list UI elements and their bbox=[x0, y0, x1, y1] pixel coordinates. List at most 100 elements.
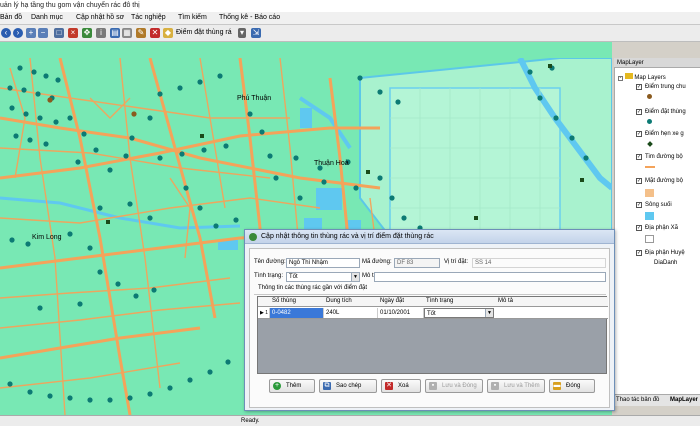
menu-item-tim-kiem[interactable]: Tìm kiếm bbox=[178, 14, 207, 21]
road-code-field[interactable]: DF 83 bbox=[394, 258, 440, 268]
table-icon[interactable]: ▤ bbox=[110, 28, 120, 38]
delete-icon[interactable]: ✕ bbox=[150, 28, 160, 38]
layer-symbol-square-blue bbox=[645, 212, 654, 220]
place-label-thuan-hoa: Thuận Hoà bbox=[314, 160, 349, 167]
chevron-down-icon[interactable]: ▼ bbox=[485, 309, 493, 317]
column-header-dung-tich[interactable]: Dung tích bbox=[326, 298, 352, 304]
delete-button[interactable]: ✕ Xoá bbox=[381, 379, 421, 393]
close-button[interactable]: ▬ Đóng bbox=[549, 379, 595, 393]
clear-selection-icon[interactable]: × bbox=[68, 28, 78, 38]
street-label: Tên đường: bbox=[254, 259, 286, 265]
layer-label-dia-phan-xa: Địa phận Xã bbox=[645, 225, 679, 231]
menu-item-danh-muc[interactable]: Danh mục bbox=[31, 14, 63, 21]
layer-checkbox-tim-duong-bo[interactable]: ✓ bbox=[636, 154, 642, 160]
save-icon: ▪ bbox=[429, 382, 437, 390]
cell-dung-tich[interactable]: 240L bbox=[324, 308, 378, 318]
window-title: uản lý hạ tầng thu gom vận chuyển rác đô… bbox=[0, 0, 700, 12]
layer-checkbox-dia-phan-huyen[interactable]: ✓ bbox=[636, 250, 642, 256]
export-icon[interactable]: ⇲ bbox=[251, 28, 261, 38]
zoom-in-icon[interactable]: + bbox=[26, 28, 36, 38]
status-select-value: Tốt bbox=[289, 274, 298, 280]
grid-header: Số thùng Dung tích Ngày đặt Tình trạng M… bbox=[258, 297, 608, 307]
full-extent-icon[interactable]: □ bbox=[54, 28, 64, 38]
add-button[interactable]: + Thêm bbox=[269, 379, 315, 393]
map-layer-header: MapLayer bbox=[614, 58, 700, 68]
dialog-title: Cập nhật thông tin thùng rác và vị trí đ… bbox=[261, 233, 434, 240]
layer-checkbox-diem-trung-chuyen[interactable]: ✓ bbox=[636, 84, 642, 90]
tab-thao-tac-ban-do[interactable]: Thao tác bản đồ bbox=[616, 397, 659, 403]
zoom-out-icon[interactable]: − bbox=[38, 28, 48, 38]
tool-layer-select[interactable]: Điểm đặt thùng rá bbox=[176, 27, 232, 39]
layer-checkbox-dia-phan-xa[interactable]: ✓ bbox=[636, 225, 642, 231]
layer-label-diem-hen-xe: Điểm hẹn xe g bbox=[645, 131, 684, 137]
dialog-button-bar: + Thêm ⧉ Sao chép ✕ Xoá ▪ Lưu và Đóng ▪ … bbox=[249, 378, 610, 394]
menubar: Bản đồ Danh mục Cập nhật hồ sơ Tác nghiệ… bbox=[0, 12, 700, 25]
menu-item-cap-nhat-ho-so[interactable]: Cập nhật hồ sơ bbox=[76, 14, 124, 21]
map-layers-root[interactable]: - Map Layers bbox=[618, 73, 666, 81]
place-label-phu-thuan: Phú Thuận bbox=[237, 95, 271, 102]
column-header-mo-ta[interactable]: Mô tả bbox=[498, 298, 513, 304]
chevron-down-icon[interactable]: ▼ bbox=[351, 273, 359, 281]
status-label: Tình trạng: bbox=[254, 273, 284, 279]
save-add-button[interactable]: ▪ Lưu và Thêm bbox=[487, 379, 545, 393]
cell-so-thung[interactable]: 0-0482 bbox=[270, 308, 324, 318]
panel-tabs: Thao tác bản đồ MapLayer bbox=[614, 394, 700, 406]
edit-icon[interactable]: ✎ bbox=[136, 28, 146, 38]
layer-label-dia-danh: DiaDanh bbox=[654, 260, 678, 266]
column-header-so-thung[interactable]: Số thùng bbox=[272, 298, 296, 304]
layer-label-mat-duong-bo: Mặt đường bộ bbox=[645, 178, 683, 184]
point-tool-icon[interactable]: ◆ bbox=[163, 28, 173, 38]
layer-symbol-square-white bbox=[645, 235, 654, 243]
row-selector[interactable]: ▶ 1 bbox=[258, 308, 270, 318]
layer-symbol-circle-teal bbox=[647, 119, 652, 124]
nearby-bins-group-title: Thông tin các thùng rác gần với điểm đặt bbox=[258, 285, 367, 291]
layer-label-song-suoi: Sông suối bbox=[645, 202, 672, 208]
layer-checkbox-song-suoi[interactable]: ✓ bbox=[636, 202, 642, 208]
identify-icon[interactable]: i bbox=[96, 28, 106, 38]
cell-mo-ta[interactable] bbox=[494, 308, 608, 318]
layers-icon bbox=[624, 73, 633, 79]
road-code-label: Mã đường: bbox=[362, 259, 392, 265]
position-field[interactable]: SS 14 bbox=[472, 258, 606, 268]
layer-label-tim-duong-bo: Tim đường bộ bbox=[645, 154, 683, 160]
save-icon: ▪ bbox=[491, 382, 499, 390]
cell-tinh-trang[interactable]: Tốt ▼ bbox=[424, 308, 494, 318]
place-label-kim-long: Kim Long bbox=[32, 234, 62, 241]
tab-maplayer[interactable]: MapLayer bbox=[670, 397, 698, 403]
bins-grid[interactable]: Số thùng Dung tích Ngày đặt Tình trạng M… bbox=[257, 296, 608, 374]
position-label: Vị trí đặt: bbox=[444, 259, 469, 265]
table-row[interactable]: ▶ 1 0-0482 240L 01/10/2001 Tốt ▼ bbox=[258, 307, 608, 319]
menu-item-ban-do[interactable]: Bản đồ bbox=[0, 14, 22, 21]
chevron-down-icon[interactable]: ▾ bbox=[238, 28, 246, 38]
layer-symbol-line bbox=[645, 166, 655, 168]
description-field[interactable] bbox=[374, 272, 606, 282]
menu-item-thong-ke[interactable]: Thống kê - Báo cáo bbox=[219, 14, 280, 21]
layer-symbol-circle-brown bbox=[647, 94, 652, 99]
menu-item-tac-nghiep[interactable]: Tác nghiệp bbox=[131, 14, 166, 21]
copy-icon: ⧉ bbox=[323, 382, 331, 390]
collapse-icon[interactable]: - bbox=[618, 76, 623, 81]
map-top-strip bbox=[0, 42, 612, 58]
folder-icon: ▬ bbox=[553, 382, 561, 390]
cell-ngay-dat[interactable]: 01/10/2001 bbox=[378, 308, 424, 318]
status-select[interactable]: Tốt ▼ bbox=[286, 272, 360, 282]
layer-label-diem-trung-chuyen: Điểm trung chu bbox=[645, 84, 686, 90]
layer-checkbox-mat-duong-bo[interactable]: ✓ bbox=[636, 178, 642, 184]
column-header-ngay-dat[interactable]: Ngày đặt bbox=[380, 298, 404, 304]
layer-checkbox-diem-dat-thung[interactable]: ✓ bbox=[636, 109, 642, 115]
save-close-button[interactable]: ▪ Lưu và Đóng bbox=[425, 379, 483, 393]
layer-symbol-square-orange bbox=[645, 189, 654, 197]
map-layers-root-label: Map Layers bbox=[634, 75, 666, 81]
layer-label-dia-phan-huyen: Địa phận Huyệ bbox=[645, 250, 685, 256]
dialog-title-bar: Cập nhật thông tin thùng rác và vị trí đ… bbox=[245, 230, 614, 244]
street-field[interactable]: Ngô Thì Nhậm bbox=[286, 258, 360, 268]
back-icon[interactable]: ‹ bbox=[1, 28, 11, 38]
status-bar: Ready. bbox=[0, 415, 700, 426]
column-header-tinh-trang[interactable]: Tình trạng bbox=[426, 298, 453, 304]
layer-checkbox-diem-hen-xe[interactable]: ✓ bbox=[636, 131, 642, 137]
forward-icon[interactable]: › bbox=[13, 28, 23, 38]
copy-button[interactable]: ⧉ Sao chép bbox=[319, 379, 377, 393]
measure-icon[interactable]: ▦ bbox=[122, 28, 132, 38]
pan-icon[interactable]: ✥ bbox=[82, 28, 92, 38]
update-bin-dialog: Cập nhật thông tin thùng rác và vị trí đ… bbox=[244, 229, 615, 411]
